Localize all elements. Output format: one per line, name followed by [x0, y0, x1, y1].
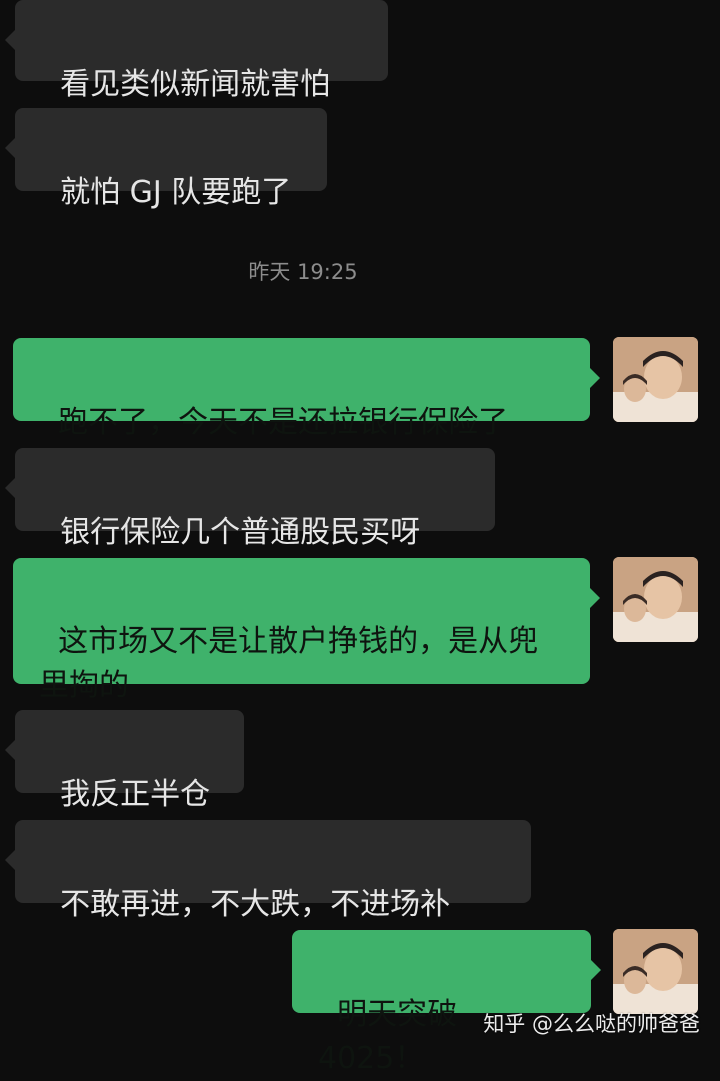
user-avatar[interactable]: [613, 929, 698, 1014]
message-text: 看见类似新闻就害怕: [60, 67, 331, 102]
message-text: 就怕 GJ 队要跑了: [60, 175, 292, 210]
message-incoming[interactable]: 银行保险几个普通股民买呀: [5, 448, 495, 550]
message-outgoing[interactable]: 明天突破 4025！: [292, 930, 601, 1076]
message-text: 我反正半仓: [60, 777, 211, 812]
user-avatar[interactable]: [613, 557, 698, 642]
message-incoming[interactable]: 看见类似新闻就害怕: [5, 0, 388, 102]
message-text: 银行保险几个普通股民买呀: [60, 515, 421, 550]
avatar-photo-icon: [613, 557, 698, 642]
message-incoming[interactable]: 就怕 GJ 队要跑了: [5, 108, 327, 210]
chat-timestamp: 昨天 19:25: [248, 260, 358, 284]
message-text: 跑不了，今天不是还拉银行保险了: [58, 405, 509, 440]
message-text: 这市场又不是让散户挣钱的，是从兜里掏的: [39, 624, 539, 703]
watermark: 知乎 @么么哒的帅爸爸: [483, 1012, 700, 1036]
message-outgoing[interactable]: 跑不了，今天不是还拉银行保险了: [13, 338, 600, 440]
message-incoming[interactable]: 我反正半仓: [5, 710, 244, 812]
message-text: 明天突破 4025！: [318, 997, 467, 1076]
message-incoming[interactable]: 不敢再进，不大跌，不进场补: [5, 820, 531, 922]
message-outgoing[interactable]: 这市场又不是让散户挣钱的，是从兜里掏的: [13, 558, 600, 703]
avatar-photo-icon: [613, 929, 698, 1014]
user-avatar[interactable]: [613, 337, 698, 422]
message-text: 不敢再进，不大跌，不进场补: [60, 887, 451, 922]
avatar-photo-icon: [613, 337, 698, 422]
